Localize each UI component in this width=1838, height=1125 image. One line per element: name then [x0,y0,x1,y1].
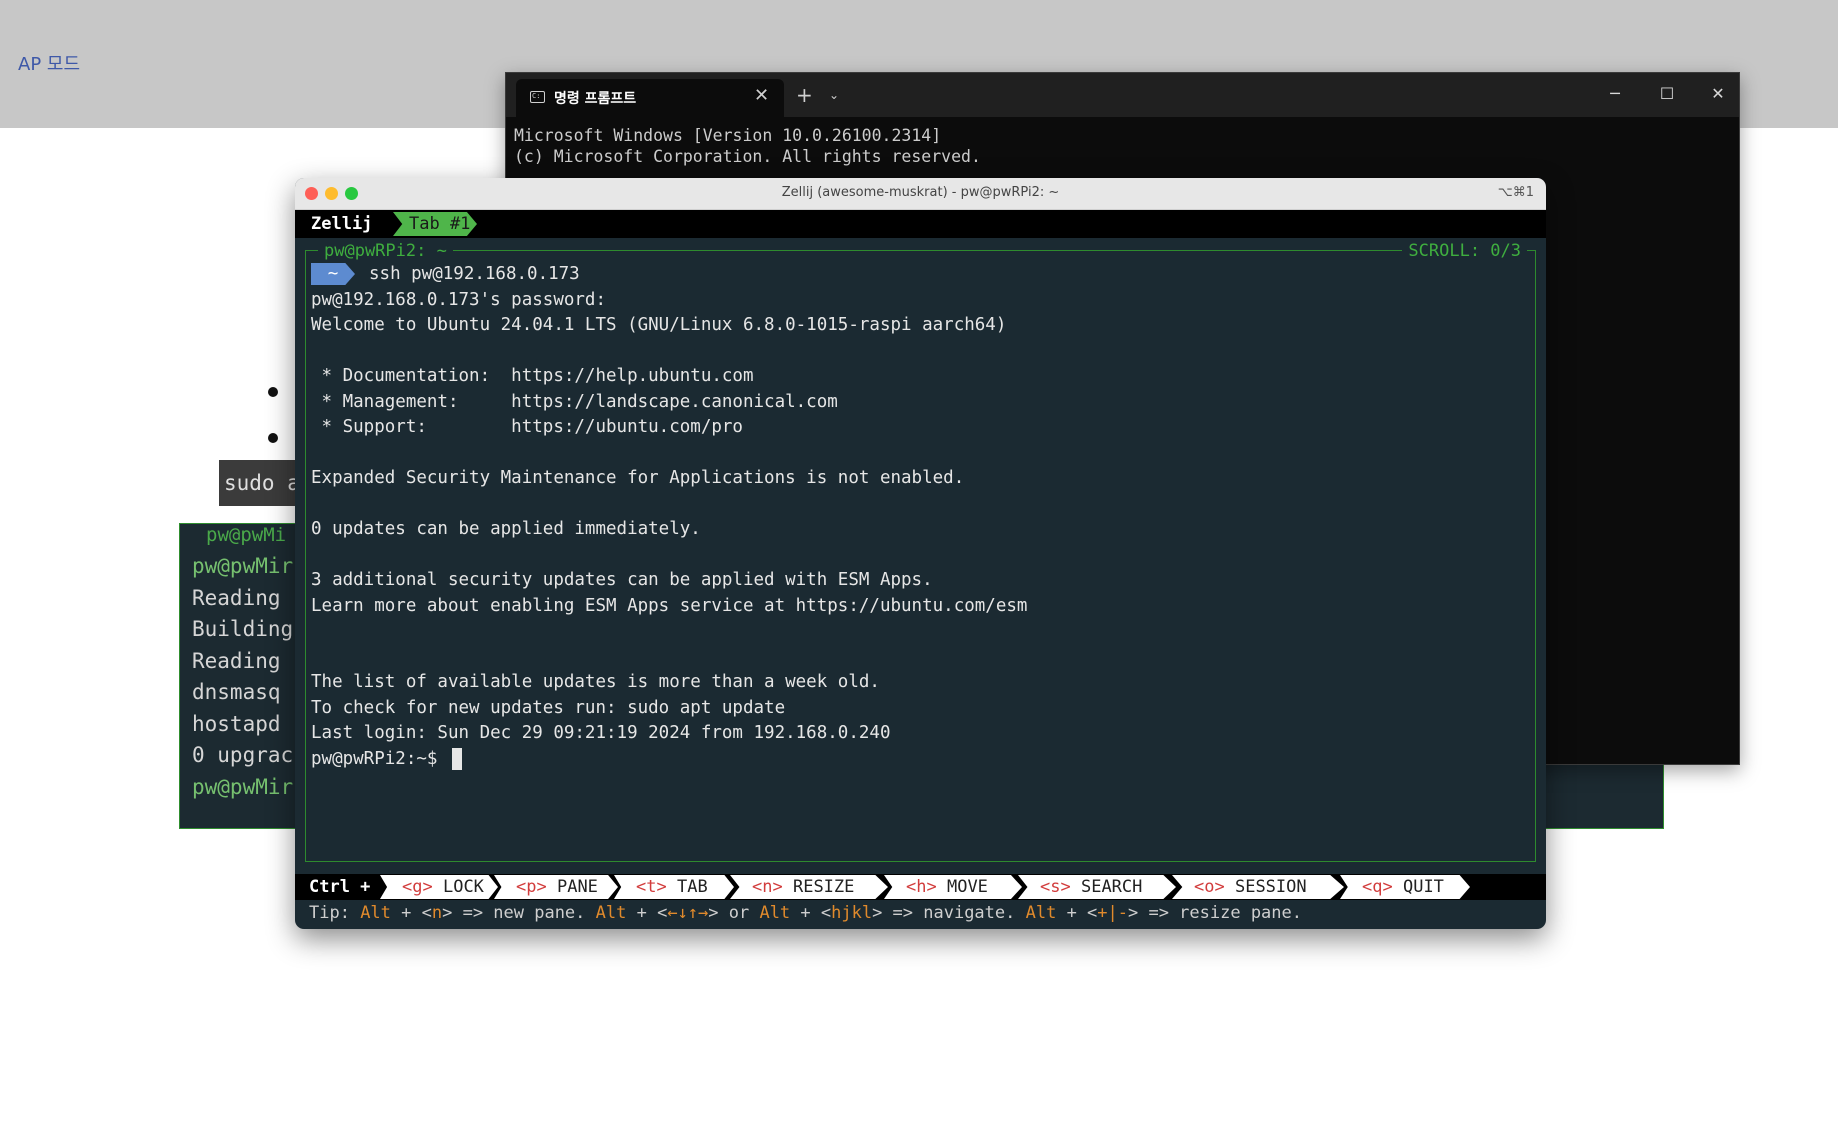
window-shortcut: ⌥⌘1 [1497,185,1534,200]
terminal-line: Building [192,617,294,641]
terminal-line: Welcome to Ubuntu 24.04.1 LTS (GNU/Linux… [311,315,1007,335]
status-bar: Ctrl + <g> LOCK <p> PANE <t> TAB <n> RES… [295,874,1546,900]
terminal-line: To check for new updates run: sudo apt u… [311,697,786,718]
terminal-line: (c) Microsoft Corporation. All rights re… [514,147,981,166]
pane-title: pw@pwMi [206,524,287,546]
terminal-line: * Management: https://landscape.canonica… [311,391,838,412]
pane-title: pw@pwRPi2: ~ [318,241,453,261]
lock-mode-button[interactable]: <g> LOCK [380,875,498,899]
tab-1[interactable]: Tab #1 [393,212,477,236]
window-title: Zellij (awesome-muskrat) - pw@pwRPi2: ~ [781,185,1060,200]
terminal-line: pw@pwMir [192,554,294,578]
maximize-button[interactable]: ☐ [1652,81,1682,107]
terminal-icon: C: [530,91,545,103]
code-snippet: sudo a [219,460,299,506]
resize-mode-button[interactable]: <n> RESIZE [730,875,888,899]
minimize-button[interactable]: ─ [1600,81,1630,107]
command-text: ssh pw@192.168.0.173 [369,264,580,284]
new-tab-button[interactable]: + [796,83,813,107]
terminal-line: 3 additional security updates can be app… [311,570,933,590]
prompt-tag: ~ [311,263,355,285]
tip-bar: Tip: Alt + <n> => new pane. Alt + <←↓↑→>… [309,903,1302,923]
terminal-line: * Support: https://ubuntu.com/pro [311,417,743,437]
session-mode-button[interactable]: <o> SESSION [1172,875,1344,899]
terminal-line: Expanded Security Maintenance for Applic… [311,468,965,488]
terminal-output: ~ ssh pw@192.168.0.173 pw@192.168.0.173's… [311,262,1027,772]
ctrl-label: Ctrl + [309,877,371,897]
quit-button[interactable]: <q> QUIT [1340,875,1470,899]
terminal-line: pw@pwMir [192,774,294,799]
terminal-line: Reading [192,648,294,673]
terminal-line: pw@192.168.0.173's password: [311,289,607,310]
cmd-tab[interactable]: C: 명령 프롬프트 ✕ [516,79,784,117]
cmd-output: Microsoft Windows [Version 10.0.26100.23… [514,125,981,167]
shell-prompt: pw@pwRPi2:~$ [311,748,438,769]
terminal-line: 0 updates can be applied immediately. [311,519,701,539]
pane-mode-button[interactable]: <p> PANE [494,875,618,899]
command-line: ~ ssh pw@192.168.0.173 [311,262,1027,288]
prompt-line[interactable]: pw@pwRPi2:~$ [311,747,1027,773]
close-window-button[interactable]: ✕ [1703,81,1733,107]
chevron-down-icon[interactable]: ⌄ [829,88,839,102]
zellij-tab-bar: Zellij Tab #1 [295,210,1546,238]
app-label: Zellij [303,212,381,236]
move-mode-button[interactable]: <h> MOVE [884,875,1022,899]
terminal-output: pw@pwMir Reading Building Reading dnsmas… [192,551,293,803]
terminal-line: 0 upgrac [192,743,294,767]
zellij-window[interactable]: Zellij (awesome-muskrat) - pw@pwRPi2: ~ … [295,178,1546,929]
bullet-point [268,433,278,443]
tab-mode-button[interactable]: <t> TAB [614,875,734,899]
terminal-line: Reading [192,585,294,610]
close-tab-icon[interactable]: ✕ [754,85,769,106]
terminal-line: Microsoft Windows [Version 10.0.26100.23… [514,126,942,145]
terminal-line: The list of available updates is more th… [311,672,880,692]
text-cursor [451,747,462,770]
terminal-line: Last login: Sun Dec 29 09:21:19 2024 fro… [311,723,891,743]
window-titlebar[interactable]: Zellij (awesome-muskrat) - pw@pwRPi2: ~ … [295,178,1546,210]
scroll-indicator: SCROLL: 0/3 [1402,241,1527,261]
terminal-line: dnsmasq [192,680,294,704]
terminal-line: hostapd [192,711,294,736]
search-mode-button[interactable]: <s> SEARCH [1018,875,1176,899]
page-heading: AP 모드 [18,54,81,75]
tab-label: 명령 프롬프트 [554,91,637,107]
terminal-line: * Documentation: https://help.ubuntu.com [311,366,754,386]
cmd-titlebar[interactable]: C: 명령 프롬프트 ✕ + ⌄ ─ ☐ ✕ [506,73,1739,117]
bullet-point [268,387,278,397]
terminal-line: Learn more about enabling ESM Apps servi… [311,595,1028,616]
